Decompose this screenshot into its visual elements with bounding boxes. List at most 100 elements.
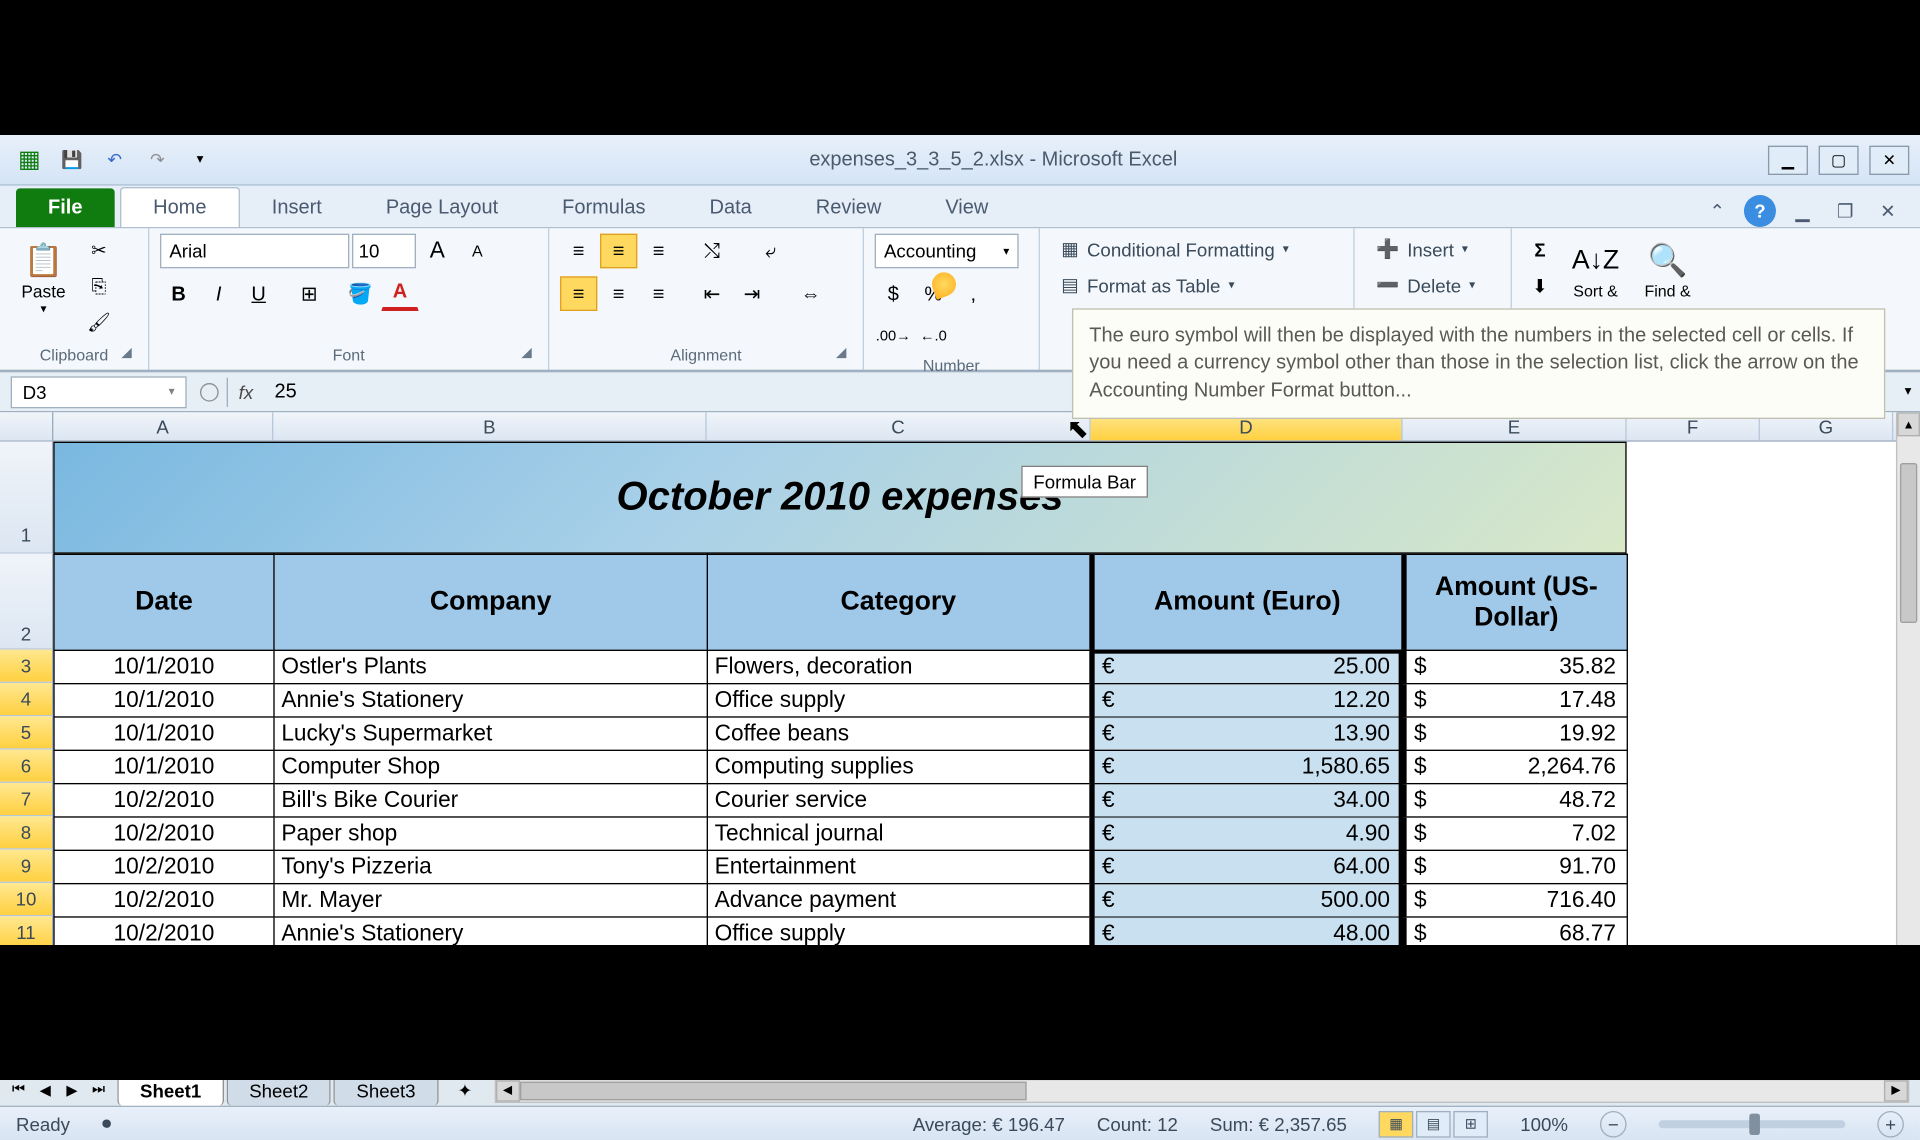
cell-date[interactable]: 10/2/2010 [54,817,274,850]
tab-home[interactable]: Home [120,187,240,227]
cell-date[interactable]: 10/2/2010 [54,850,274,883]
paste-button[interactable]: 📋 Paste ▾ [11,234,77,322]
grow-font-icon[interactable]: A [419,234,456,269]
excel-icon[interactable]: ▦ [11,142,48,177]
title-cell[interactable]: October 2010 expenses [53,442,1626,554]
sort-filter-button[interactable]: A↓Z Sort & [1563,234,1629,306]
header-category[interactable]: Category [707,554,1091,650]
percent-format-icon[interactable]: % [915,276,952,311]
cut-icon[interactable]: ✂ [82,234,117,266]
find-select-button[interactable]: 🔍 Find & [1634,234,1702,306]
page-layout-view-icon[interactable]: ▤ [1416,1110,1451,1137]
delete-cells-button[interactable]: ➖Delete▾ [1365,270,1486,301]
conditional-formatting-button[interactable]: ▦Conditional Formatting▾ [1051,234,1300,265]
expand-formula-bar-icon[interactable]: ▾ [1896,384,1920,399]
doc-close-icon[interactable]: ✕ [1872,195,1904,227]
fill-color-button[interactable]: 🪣 [341,276,378,311]
cell-usd[interactable]: 7.02 [1403,817,1627,850]
scroll-left-icon[interactable]: ◀ [496,1080,520,1101]
name-box[interactable]: D3▾ [11,376,187,408]
row-header[interactable]: 8 [0,816,53,849]
align-left-icon[interactable]: ≡ [560,276,597,311]
cell-euro[interactable]: 34.00 [1091,784,1403,817]
cell-category[interactable]: Advance payment [707,884,1091,917]
macro-record-icon[interactable]: ⏺ [102,1112,111,1135]
cell-category[interactable]: Coffee beans [707,717,1091,750]
comma-format-icon[interactable]: , [955,276,992,311]
tab-view[interactable]: View [913,188,1020,227]
tab-page-layout[interactable]: Page Layout [354,188,530,227]
tab-insert[interactable]: Insert [240,188,354,227]
row-header[interactable]: 1 [0,442,53,554]
close-button[interactable]: ✕ [1869,145,1909,174]
font-color-button[interactable]: A [381,276,418,311]
cell-date[interactable]: 10/2/2010 [54,784,274,817]
accounting-format-icon[interactable]: $ [875,276,912,311]
zoom-slider[interactable] [1659,1120,1846,1128]
minimize-ribbon-icon[interactable]: ⌃ [1701,195,1733,227]
cell-company[interactable]: Bill's Bike Courier [274,784,707,817]
zoom-thumb[interactable] [1749,1113,1760,1134]
header-amount-usd[interactable]: Amount (US-Dollar) [1403,554,1627,650]
redo-icon[interactable]: ↷ [139,142,176,177]
row-header[interactable]: 10 [0,883,53,916]
tab-review[interactable]: Review [784,188,914,227]
cell-company[interactable]: Tony's Pizzeria [274,850,707,883]
increase-decimal-icon[interactable]: .00→ [875,319,912,354]
cell-date[interactable]: 10/2/2010 [54,884,274,917]
decrease-decimal-icon[interactable]: ←.0 [915,319,952,354]
horizontal-scrollbar[interactable]: ◀ ▶ [494,1078,1909,1102]
cell-euro[interactable]: 64.00 [1091,850,1403,883]
cell-date[interactable]: 10/1/2010 [54,684,274,717]
cell-euro[interactable]: 500.00 [1091,884,1403,917]
zoom-in-button[interactable]: + [1877,1110,1904,1137]
clipboard-dialog-icon[interactable]: ◢ [121,346,142,367]
cell-date[interactable]: 10/1/2010 [54,717,274,750]
help-icon[interactable]: ? [1744,195,1776,227]
cell-date[interactable]: 10/1/2010 [54,750,274,783]
cell-euro[interactable]: 25.00 [1091,650,1403,683]
page-break-view-icon[interactable]: ⊞ [1454,1110,1489,1137]
autosum-icon[interactable]: Σ [1523,234,1558,266]
orientation-icon[interactable]: ⤭ [693,234,730,269]
cell-usd[interactable]: 716.40 [1403,884,1627,917]
insert-cells-button[interactable]: ➕Insert▾ [1365,234,1478,265]
qat-customize-icon[interactable]: ▾ [181,142,218,177]
cell-usd[interactable]: 48.72 [1403,784,1627,817]
wrap-text-icon[interactable]: ⤶ [752,234,789,269]
sheet-nav-last-icon[interactable]: ⏭ [85,1077,112,1104]
italic-button[interactable]: I [200,276,237,311]
header-date[interactable]: Date [54,554,274,650]
doc-restore-icon[interactable]: ❐ [1829,195,1861,227]
cell-usd[interactable]: 19.92 [1403,717,1627,750]
cell-usd[interactable]: 2,264.76 [1403,750,1627,783]
row-header[interactable]: 6 [0,750,53,783]
tab-data[interactable]: Data [678,188,784,227]
cell-category[interactable]: Office supply [707,684,1091,717]
cell-company[interactable]: Computer Shop [274,750,707,783]
alignment-dialog-icon[interactable]: ◢ [836,346,857,367]
row-header[interactable]: 3 [0,650,53,683]
cell-category[interactable]: Courier service [707,784,1091,817]
vscroll-thumb[interactable] [1900,463,1917,623]
minimize-button[interactable]: ▁ [1768,145,1808,174]
row-header[interactable]: 9 [0,850,53,883]
align-right-icon[interactable]: ≡ [640,276,677,311]
row-header[interactable]: 4 [0,683,53,716]
cell-euro[interactable]: 1,580.65 [1091,750,1403,783]
font-size-input[interactable] [352,234,416,269]
header-amount-euro[interactable]: Amount (Euro) [1091,554,1403,650]
tab-formulas[interactable]: Formulas [530,188,677,227]
cell-category[interactable]: Computing supplies [707,750,1091,783]
fill-icon[interactable]: ⬇ [1523,270,1558,302]
cell-euro[interactable]: 13.90 [1091,717,1403,750]
header-company[interactable]: Company [274,554,707,650]
fx-icon[interactable]: fx [239,381,254,402]
row-header[interactable]: 5 [0,716,53,749]
cell-usd[interactable]: 35.82 [1403,650,1627,683]
font-name-input[interactable] [160,234,349,269]
format-painter-icon[interactable]: 🖌 [82,306,117,338]
normal-view-icon[interactable]: ▦ [1379,1110,1414,1137]
cell-date[interactable]: 10/1/2010 [54,650,274,683]
font-dialog-icon[interactable]: ◢ [521,346,542,367]
